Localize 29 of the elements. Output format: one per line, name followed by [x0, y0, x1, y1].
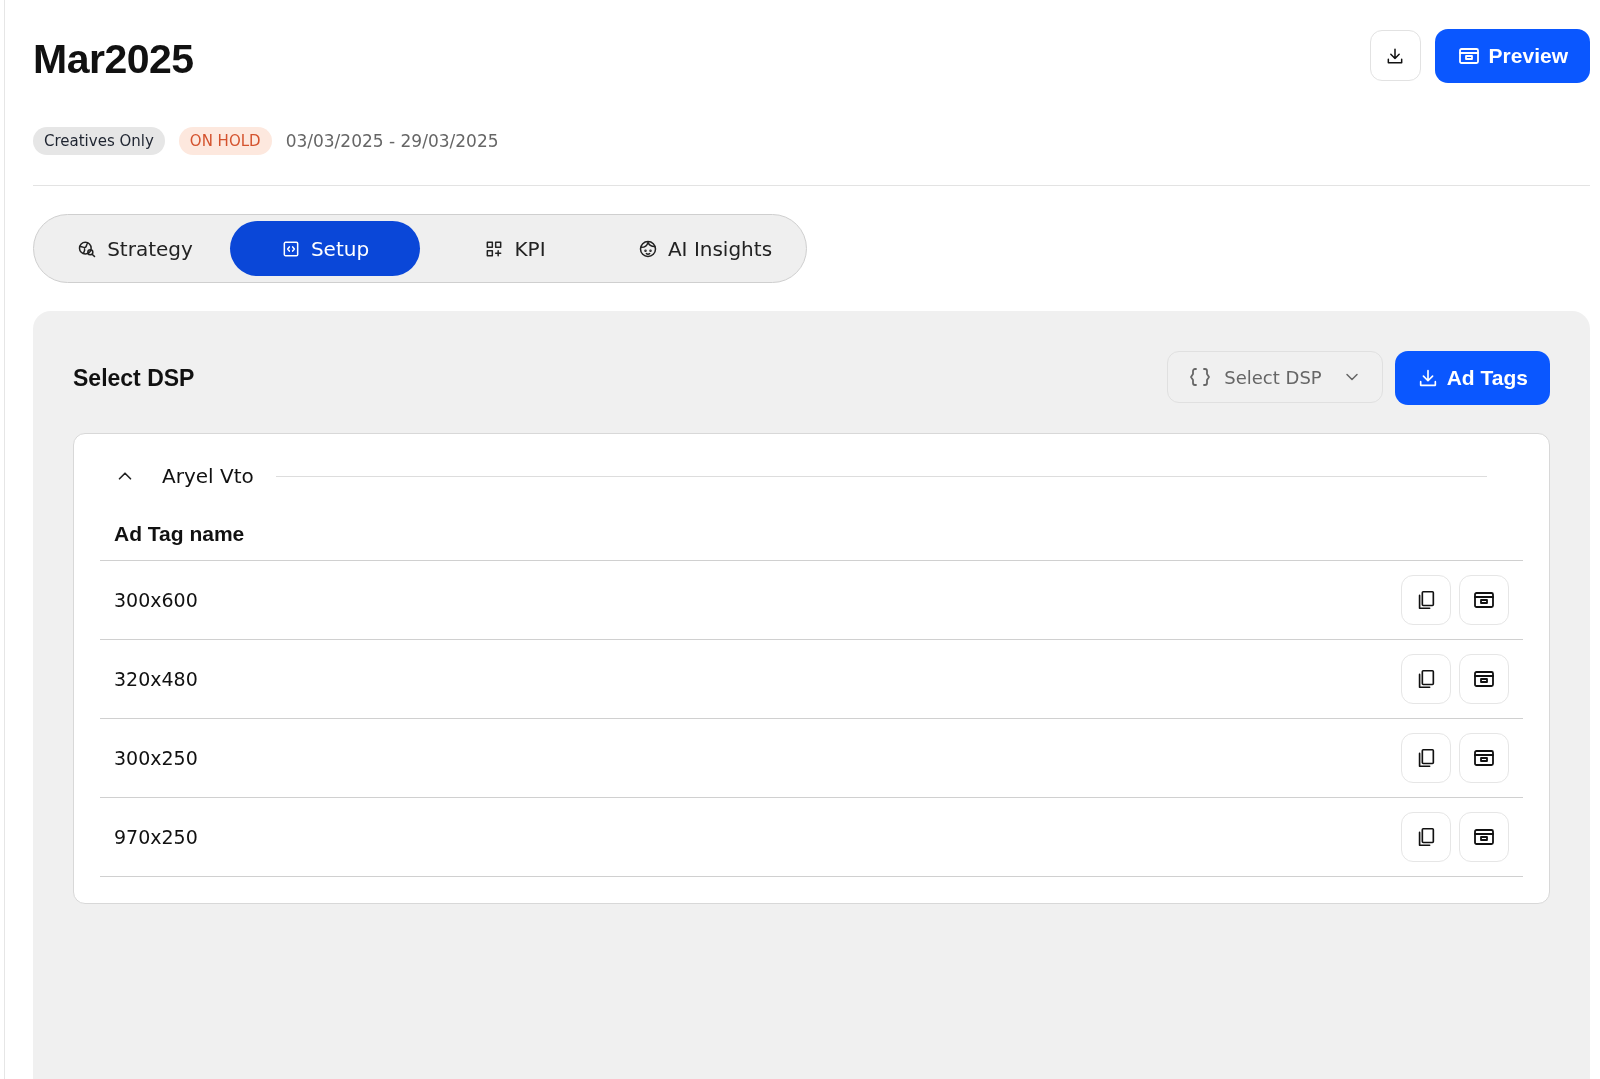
table-cell: 970x250 — [114, 826, 198, 848]
group-name: Aryel Vto — [162, 464, 254, 488]
preview-button[interactable] — [1459, 575, 1509, 625]
face-icon — [637, 238, 658, 259]
tab[interactable]: Strategy — [40, 221, 230, 276]
copy-button[interactable] — [1401, 575, 1451, 625]
status-tag: Creatives Only — [33, 127, 165, 155]
braces-icon — [1188, 365, 1213, 389]
table-cell: 320x480 — [114, 668, 198, 690]
panel-title: Select DSP — [73, 364, 195, 392]
copy-button[interactable] — [1401, 654, 1451, 704]
tab[interactable]: Setup — [230, 221, 420, 276]
dsp-select[interactable]: Select DSP — [1167, 351, 1383, 403]
page-title: Mar2025 — [33, 36, 194, 83]
preview-button[interactable] — [1459, 654, 1509, 704]
tab[interactable]: AI Insights — [610, 221, 800, 276]
download-button[interactable] — [1369, 30, 1421, 81]
table-cell: 300x250 — [114, 747, 198, 769]
status-tag: ON HOLD — [178, 127, 272, 155]
preview-button[interactable]: Preview — [1434, 28, 1590, 83]
ad-tags-button[interactable]: Ad Tags — [1394, 351, 1550, 405]
preview-button[interactable] — [1459, 812, 1509, 862]
table-cell: 300x600 — [114, 589, 198, 611]
copy-button[interactable] — [1401, 733, 1451, 783]
date-range: 03/03/2025 - 29/03/2025 — [285, 131, 499, 151]
tab[interactable]: KPI — [420, 221, 610, 276]
column-header: Ad Tag name — [100, 498, 1523, 561]
preview-button[interactable] — [1459, 733, 1509, 783]
copy-button[interactable] — [1401, 812, 1451, 862]
